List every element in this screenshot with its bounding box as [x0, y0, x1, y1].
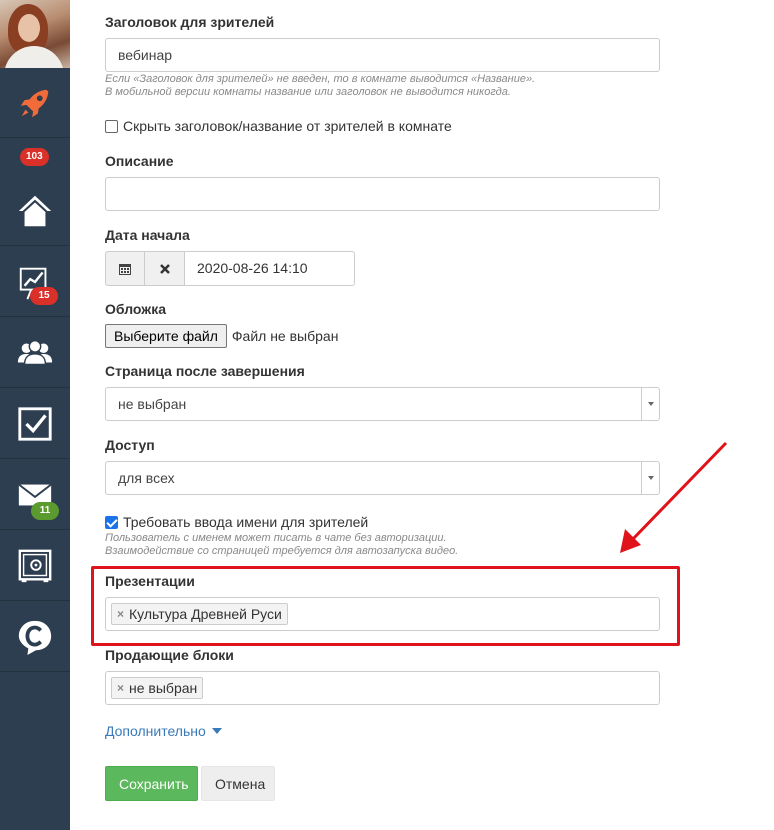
avatar[interactable] — [0, 0, 70, 68]
sidebar-item-chat[interactable] — [0, 602, 70, 672]
sidebar-item-stats[interactable] — [0, 247, 70, 317]
viewer-title-label: Заголовок для зрителей — [105, 14, 275, 30]
calendar-button[interactable] — [105, 251, 145, 286]
chevron-down-icon — [641, 462, 659, 494]
hide-title-row[interactable]: Скрыть заголовок/название от зрителей в … — [105, 118, 452, 134]
checkbox-icon — [18, 406, 52, 441]
choose-file-button[interactable]: Выберите файл — [105, 324, 227, 348]
require-name-checkbox[interactable] — [105, 515, 118, 529]
access-label: Доступ — [105, 437, 155, 453]
selling-block-tag: × не выбран — [111, 677, 204, 699]
safe-icon — [18, 549, 52, 582]
start-date-input[interactable]: 2020-08-26 14:10 — [185, 251, 355, 286]
sidebar-item-home[interactable] — [0, 176, 70, 246]
close-icon — [159, 263, 170, 274]
start-date-label: Дата начала — [105, 227, 190, 243]
notification-badge: 103 — [20, 148, 49, 166]
start-date-group: 2020-08-26 14:10 — [105, 251, 355, 286]
highlight-frame — [91, 566, 680, 646]
triangle-down-icon — [211, 728, 222, 734]
cancel-button[interactable]: Отмена — [201, 766, 275, 801]
selling-block-tag-label: не выбран — [129, 680, 198, 696]
selling-blocks-label: Продающие блоки — [105, 647, 234, 663]
notification-badge: 11 — [31, 502, 59, 520]
save-button[interactable]: Сохранить — [105, 766, 198, 801]
after-page-value: не выбран — [118, 396, 187, 412]
access-select[interactable]: для всех — [105, 461, 660, 495]
description-label: Описание — [105, 153, 174, 169]
require-name-autoplay-hint: Взаимодействие со страницей требуется дл… — [105, 545, 459, 557]
users-icon — [17, 339, 53, 365]
sidebar-item-safe[interactable] — [0, 531, 70, 601]
rocket-icon — [20, 89, 49, 117]
require-name-row[interactable]: Требовать ввода имени для зрителей — [105, 514, 368, 530]
clear-date-button[interactable] — [145, 251, 185, 286]
description-input[interactable] — [105, 177, 660, 211]
sidebar-item-launch[interactable] — [0, 68, 70, 138]
access-value: для всех — [118, 470, 175, 486]
require-name-hint: Пользователь с именем может писать в чат… — [105, 532, 447, 544]
file-status: Файл не выбран — [231, 328, 339, 344]
viewer-title-mobile-hint: В мобильной версии комнаты название или … — [105, 86, 511, 98]
after-page-label: Страница после завершения — [105, 363, 305, 379]
selling-blocks-input[interactable]: × не выбран — [105, 671, 660, 705]
advanced-toggle-label: Дополнительно — [105, 723, 206, 739]
hide-title-label: Скрыть заголовок/название от зрителей в … — [123, 118, 452, 134]
viewer-title-input[interactable]: вебинар — [105, 38, 660, 72]
cover-file-row: Выберите файл Файл не выбран — [105, 324, 338, 348]
chat-c-icon — [18, 620, 52, 655]
sidebar-item-tasks[interactable] — [0, 389, 70, 459]
notification-badge: 15 — [30, 287, 58, 305]
home-icon — [18, 195, 52, 226]
hide-title-checkbox[interactable] — [105, 119, 118, 133]
cover-label: Обложка — [105, 301, 166, 317]
remove-tag-icon[interactable]: × — [117, 681, 124, 695]
viewer-title-hint: Если «Заголовок для зрителей» не введен,… — [105, 73, 536, 85]
sidebar-item-mail[interactable] — [0, 460, 70, 530]
sidebar-item-users[interactable] — [0, 318, 70, 388]
require-name-label: Требовать ввода имени для зрителей — [123, 514, 369, 530]
after-page-select[interactable]: не выбран — [105, 387, 660, 421]
sidebar: 103 15 11 — [0, 0, 70, 830]
calendar-icon — [119, 263, 131, 275]
advanced-toggle-link[interactable]: Дополнительно — [105, 723, 222, 739]
chevron-down-icon — [641, 388, 659, 420]
